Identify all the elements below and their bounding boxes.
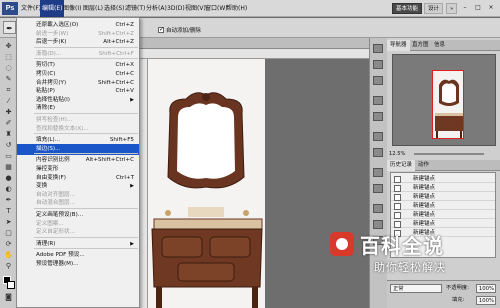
image-canvas[interactable]: [148, 59, 265, 308]
history-state-icon: [394, 176, 401, 183]
tab-histogram[interactable]: 直方图: [409, 40, 432, 51]
photoshop-logo: Ps: [2, 2, 18, 15]
channels-panel-icon[interactable]: [373, 220, 383, 229]
history-item[interactable]: 新建锚点: [391, 184, 495, 192]
maximize-icon[interactable]: □: [472, 3, 484, 13]
fill-label: 填充:: [452, 297, 465, 303]
menu-separator: [34, 46, 138, 48]
lasso-tool-icon[interactable]: ◌: [3, 64, 14, 73]
watermark-title: 百科全说: [360, 234, 444, 258]
tab-actions[interactable]: 动作: [415, 160, 432, 171]
navigator-view-box[interactable]: [432, 70, 464, 139]
menu-separator: [34, 153, 138, 155]
vertical-ruler: [140, 59, 148, 308]
quick-mask-icon[interactable]: ◙: [3, 293, 14, 302]
minimize-icon[interactable]: –: [459, 3, 471, 13]
auto-add-delete-checkbox[interactable]: [158, 26, 164, 33]
opacity-input[interactable]: 100%: [476, 284, 496, 293]
blur-tool-icon[interactable]: ●: [3, 174, 14, 183]
3d-tool-icon[interactable]: ⟳: [3, 240, 14, 249]
brush-tool-icon[interactable]: ✐: [3, 119, 14, 128]
tab-navigator[interactable]: 导航器: [387, 40, 410, 51]
menu-separator: [34, 113, 138, 114]
navigator-zoom-slider[interactable]: [414, 153, 484, 155]
navigator-panel-tabs: 导航器 直方图 信息: [387, 40, 500, 51]
marquee-tool-icon[interactable]: ⬚: [3, 53, 14, 62]
workspace-essentials-button[interactable]: 基本功能: [392, 3, 423, 14]
clone-source-panel-icon[interactable]: [373, 148, 383, 157]
watermark-subtitle: 助你轻松解决: [374, 261, 446, 274]
workspace-more-button[interactable]: »: [446, 3, 458, 14]
swatches-panel-icon[interactable]: [373, 96, 383, 105]
history-item[interactable]: 新建锚点: [391, 220, 495, 228]
quick-select-tool-icon[interactable]: ✎: [3, 75, 14, 84]
horizontal-ruler: [140, 49, 387, 59]
history-state-icon: [394, 203, 401, 210]
brush-panel-icon[interactable]: [373, 132, 383, 141]
history-brush-icon[interactable]: ↺: [3, 141, 14, 150]
path-select-icon[interactable]: ➤: [3, 218, 14, 227]
edit-menu-dropdown: 还原載入选区(O) Ctrl+Z 前进一步(W) Shift+Ctrl+Z 后退一步(K…: [16, 17, 140, 308]
history-state-icon: [394, 212, 401, 219]
blend-mode-select[interactable]: 正常: [390, 284, 442, 293]
auto-add-delete-label: 自动添加/删除: [166, 28, 201, 34]
edit-menu-item[interactable]: 预设管理器(M)...: [17, 259, 139, 270]
masks-panel-icon[interactable]: [373, 76, 383, 85]
eyedropper-tool-icon[interactable]: ⁄: [3, 97, 14, 106]
menu-separator: [34, 208, 138, 209]
history-state-icon: [394, 221, 401, 228]
navigator-thumbnail: [433, 71, 463, 138]
pen-tool-icon-toolbox[interactable]: ✒: [3, 196, 14, 205]
menu-separator: [34, 236, 138, 238]
tab-info[interactable]: 信息: [431, 40, 448, 51]
history-item[interactable]: 新建锚点: [391, 202, 495, 210]
pen-tool-icon[interactable]: ✒: [3, 21, 16, 34]
history-item[interactable]: 新建锚点: [391, 175, 495, 183]
move-tool-icon[interactable]: ✥: [3, 42, 14, 51]
menu-help[interactable]: 帮助(H): [224, 0, 249, 17]
history-state-icon: [394, 194, 401, 201]
hand-tool-icon[interactable]: ✋: [3, 251, 14, 260]
history-item[interactable]: 新建锚点: [391, 193, 495, 201]
watermark-logo: [330, 232, 354, 256]
gradient-tool-icon[interactable]: ▦: [3, 163, 14, 172]
paragraph-panel-icon[interactable]: [373, 184, 383, 193]
zoom-tool-icon[interactable]: ⚲: [3, 262, 14, 271]
menu-separator: [34, 133, 138, 135]
menu-bar: Ps 文件(F) 编辑(E) 图像(I) 图层(L) 选择(S) 滤镜(T) 分…: [0, 0, 500, 17]
panel-collapse-icon[interactable]: [373, 44, 383, 53]
dodge-tool-icon[interactable]: ◐: [3, 185, 14, 194]
fill-input[interactable]: 100%: [476, 296, 496, 305]
history-item[interactable]: 新建锚点: [391, 211, 495, 219]
adjustments-panel-icon[interactable]: [373, 60, 383, 69]
vanity-mirror-photo: [148, 59, 265, 308]
tab-history[interactable]: 历史记录: [387, 160, 416, 171]
type-tool-icon[interactable]: T: [3, 207, 14, 216]
history-state-icon: [394, 185, 401, 192]
eraser-tool-icon[interactable]: ▭: [3, 152, 14, 161]
menu-item-label: 预设管理器(M)...: [36, 261, 79, 267]
workspace-design-button[interactable]: 设计: [424, 3, 444, 14]
history-panel-tabs: 历史记录 动作: [387, 160, 500, 171]
styles-panel-icon[interactable]: [373, 112, 383, 121]
crop-tool-icon[interactable]: ⌗: [3, 86, 14, 95]
menu-separator: [34, 58, 138, 60]
navigator-zoom-value[interactable]: 12.5%: [389, 150, 405, 158]
shape-tool-icon[interactable]: ▢: [3, 229, 14, 238]
layers-panel-icon[interactable]: [373, 204, 383, 213]
clone-stamp-icon[interactable]: ♜: [3, 130, 14, 139]
opacity-label: 不透明度:: [446, 285, 469, 291]
menu-separator: [34, 248, 138, 250]
character-panel-icon[interactable]: [373, 168, 383, 177]
healing-brush-icon[interactable]: ✚: [3, 108, 14, 117]
document-tab[interactable]: [140, 38, 387, 49]
close-icon[interactable]: ×: [485, 3, 497, 13]
background-color-swatch[interactable]: [7, 281, 15, 289]
